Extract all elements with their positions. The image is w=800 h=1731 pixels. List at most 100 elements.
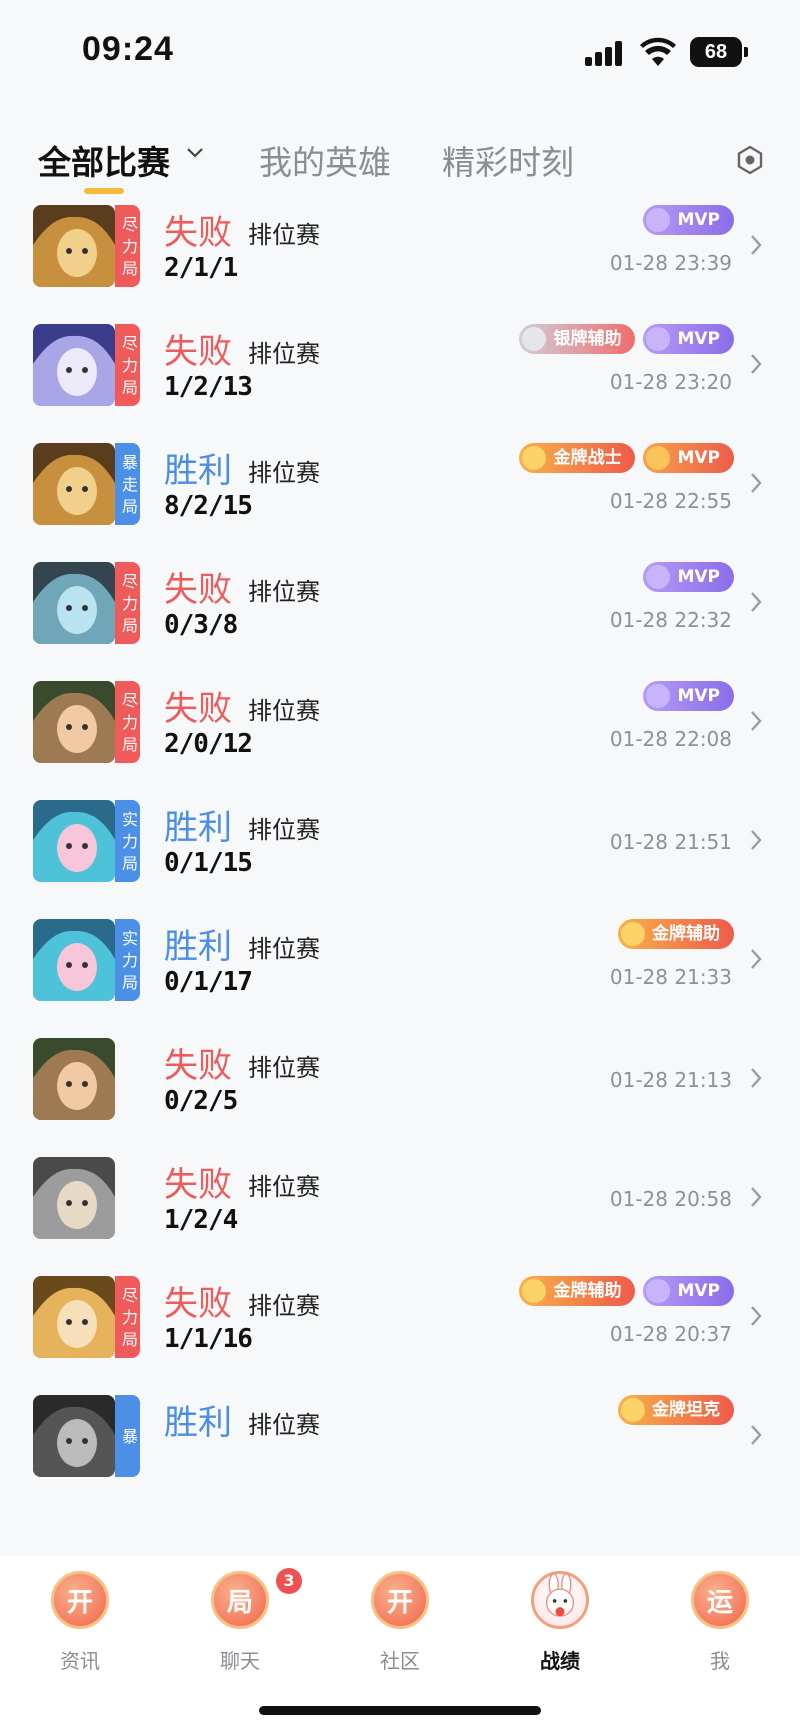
badge-label: 金牌辅助 [652,924,720,944]
chat-icon-glyph: 局 [226,1588,253,1618]
chevron-right-icon[interactable] [748,947,764,971]
medal-icon [621,1398,645,1422]
match-quality-tag: 暴 [115,1395,140,1477]
chevron-right-icon[interactable] [748,709,764,733]
chevron-right-icon[interactable] [748,1304,764,1328]
match-quality-tag: 尽力局 [115,681,140,763]
hero-avatar [33,1157,115,1239]
chevron-right-icon[interactable] [748,828,764,852]
nav-label-community: 社区 [380,1649,420,1673]
match-row[interactable]: 暴走局 胜利 排位赛 8/2/15 01-28 22:55 金牌战士 MVP [0,433,800,564]
kda-score: 1/2/4 [164,1205,238,1235]
trophy-icon [646,565,671,589]
nav-label-chat: 聊天 [220,1649,260,1673]
kda-score: 0/1/17 [164,967,253,997]
match-time: 01-28 22:32 [609,608,732,632]
badge-label: MVP [677,1281,720,1301]
match-time: 01-28 21:51 [609,830,732,854]
nav-community[interactable]: 开 社区 [350,1571,450,1674]
chevron-right-icon[interactable] [748,471,764,495]
nav-chat[interactable]: 局 3 聊天 [190,1568,302,1674]
match-row[interactable]: 实力局 胜利 排位赛 0/1/17 01-28 21:33 金牌辅助 [0,909,800,1040]
match-type: 排位赛 [248,1411,320,1439]
trophy-icon [646,208,671,232]
kda-score: 0/2/5 [164,1086,238,1116]
match-row[interactable]: 失败 排位赛 1/2/4 01-28 20:58 [0,1147,800,1278]
chevron-right-icon[interactable] [748,590,764,614]
achievement-badges: MVP [643,205,734,239]
status-time: 09:24 [82,30,174,68]
cellular-signal-icon [585,40,625,66]
match-result: 失败 [164,1165,232,1205]
badge-label: MVP [677,686,720,706]
nav-label-me: 我 [710,1649,730,1673]
settings-hexagon-icon[interactable] [734,144,766,176]
me-festive-icon: 运 [691,1571,749,1629]
kda-score: 0/1/15 [164,848,253,878]
kda-score: 8/2/15 [164,491,253,521]
match-time: 01-28 22:08 [609,727,732,751]
match-row[interactable]: 尽力局 失败 排位赛 1/2/13 01-28 23:20 银牌辅助 MVP [0,314,800,445]
home-indicator[interactable] [259,1706,541,1715]
match-type: 排位赛 [248,816,320,844]
match-type: 排位赛 [248,1173,320,1201]
nav-label-records: 战绩 [540,1649,580,1673]
match-result: 失败 [164,1284,232,1324]
achievement-badges: MVP [643,681,734,715]
match-row[interactable]: 失败 排位赛 0/2/5 01-28 21:13 [0,1028,800,1159]
match-row[interactable]: 尽力局 失败 排位赛 0/3/8 01-28 22:32 MVP [0,552,800,683]
match-quality-tag: 尽力局 [115,562,140,644]
chevron-right-icon[interactable] [748,233,764,257]
match-quality-tag: 实力局 [115,919,140,1001]
hero-avatar [33,1276,115,1358]
match-row[interactable]: 实力局 胜利 排位赛 0/1/15 01-28 21:51 [0,790,800,921]
tab-highlights[interactable]: 精彩时刻 [442,136,574,184]
hero-avatar [33,1038,115,1120]
medal-badge: 金牌坦克 [618,1395,734,1425]
achievement-badges: 金牌战士 MVP [519,443,734,477]
nav-me[interactable]: 运 我 [670,1571,770,1674]
kda-score: 2/0/12 [164,729,253,759]
match-time: 01-28 20:37 [609,1322,732,1346]
kda-score: 1/2/13 [164,372,253,402]
nav-news[interactable]: 开 资讯 [30,1571,130,1674]
match-type: 排位赛 [248,221,320,249]
kda-score: 1/1/16 [164,1324,253,1354]
mvp-badge: MVP [643,324,734,354]
medal-badge: 金牌战士 [519,443,636,473]
match-row[interactable]: 尽力局 失败 排位赛 1/1/16 01-28 20:37 金牌辅助 MVP [0,1266,800,1397]
chevron-right-icon[interactable] [748,1185,764,1209]
match-row[interactable]: 尽力局 失败 排位赛 2/0/12 01-28 22:08 MVP [0,671,800,802]
tab-bar: 全部比赛 我的英雄 精彩时刻 [0,130,800,200]
medal-icon [621,922,645,946]
match-type: 排位赛 [248,1054,320,1082]
tab-my-heroes[interactable]: 我的英雄 [259,136,391,184]
match-type: 排位赛 [248,340,320,368]
mvp-badge: MVP [643,1276,734,1306]
chevron-down-icon[interactable] [186,144,204,162]
achievement-badges: 金牌辅助 MVP [519,1276,734,1310]
match-result: 失败 [164,213,232,253]
hero-avatar [33,443,115,525]
chevron-right-icon[interactable] [748,1423,764,1447]
trophy-icon [646,446,671,470]
match-row[interactable]: 暴胜利 排位赛 金牌坦克 [0,1385,800,1516]
trophy-icon [646,684,671,708]
badge-label: 金牌战士 [553,448,622,468]
match-result: 胜利 [164,808,232,848]
mvp-badge: MVP [643,205,734,235]
chevron-right-icon[interactable] [748,352,764,376]
match-row[interactable]: 尽力局 失败 排位赛 2/1/1 01-28 23:39 MVP [0,205,800,326]
kda-score: 2/1/1 [164,253,238,283]
hero-avatar [33,800,115,882]
tab-all-matches[interactable]: 全部比赛 [38,136,170,184]
match-quality-tag: 尽力局 [115,1276,140,1358]
chevron-right-icon[interactable] [748,1066,764,1090]
medal-badge: 金牌辅助 [618,919,734,949]
achievement-badges: 金牌辅助 [618,919,734,953]
match-time: 01-28 20:58 [609,1187,732,1211]
match-time: 01-28 23:20 [609,370,732,394]
nav-records[interactable]: 战绩 [510,1571,610,1674]
hero-avatar [33,919,115,1001]
chat-festive-icon: 局 3 [211,1568,302,1629]
